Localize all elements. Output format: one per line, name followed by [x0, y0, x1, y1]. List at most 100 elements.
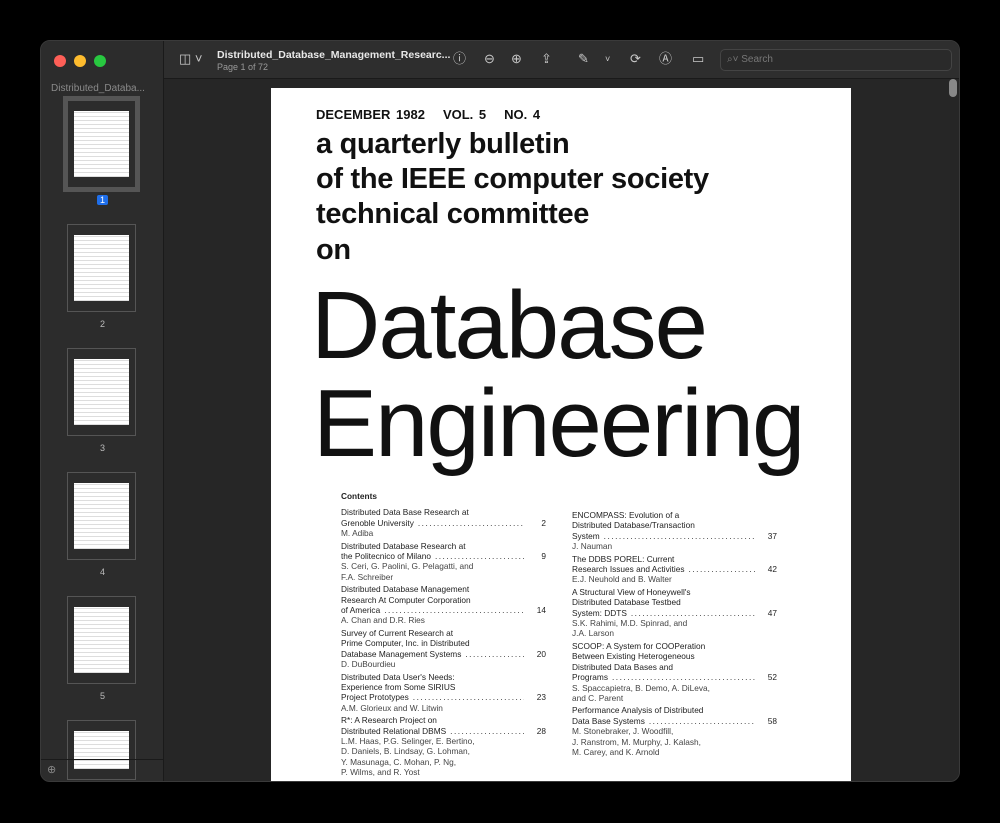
toc-entry: R*: A Research Project on Distributed Rel… — [341, 715, 546, 777]
toc-entry-title-line: Grenoble University.....................… — [341, 518, 546, 528]
share-icon[interactable]: ⇪ — [541, 51, 552, 67]
form-fill-icon[interactable]: ▭ — [692, 51, 704, 67]
toc-authors: Y. Masunaga, C. Mohan, P. Ng, — [341, 756, 456, 767]
page-thumbnail[interactable] — [67, 348, 136, 436]
toc-entry: Distributed Data User's Needs: Experience… — [341, 672, 546, 714]
toc-entry-title: Distributed Relational DBMS — [341, 725, 447, 736]
page-thumbnail[interactable] — [67, 472, 136, 560]
toc-entry: Distributed Data Base Research at Grenobl… — [341, 507, 546, 538]
toc-entry: Distributed Database Management Research … — [341, 584, 546, 626]
preview-window: Distributed_Databa... 12345 ⊕ ◫ ˅ Distri… — [40, 40, 960, 782]
toc-entry: Survey of Current Research at Prime Compu… — [341, 628, 546, 670]
toc-entry-title-line: Database Management Systems.............… — [341, 649, 546, 659]
dot-leader: ........................................… — [630, 607, 755, 618]
toc-entry-title: Programs — [572, 672, 608, 683]
toc-entry-title: Experience from Some SIRIUS — [341, 681, 456, 692]
toc-entry: A Structural View of Honeywell's Distribu… — [572, 587, 777, 639]
toc-authors: S. Spaccapietra, B. Demo, A. DiLeva, — [572, 682, 710, 693]
dot-leader: ........................................… — [384, 605, 524, 616]
zoom-in-icon[interactable]: ⊕ — [511, 51, 522, 67]
toc-entry-title: Distributed Data User's Needs: — [341, 671, 455, 682]
dot-leader: ........................................… — [648, 715, 755, 726]
chevron-down-icon[interactable]: ˅ — [605, 51, 610, 67]
toc-page-number: 20 — [536, 648, 546, 659]
toc-entry-title: The DDBS POREL: Current — [572, 553, 675, 564]
page-indicator: Page 1 of 72 — [217, 62, 269, 72]
toc-entry-title-line: Project Prototypes......................… — [341, 692, 546, 702]
toc-entry: Distributed Database Research at the Poli… — [341, 541, 546, 583]
toc-authors: J. Nauman — [572, 541, 613, 552]
subtitle-line: a quarterly bulletin — [316, 128, 570, 160]
highlight-pen-icon[interactable]: ✎ — [578, 51, 589, 67]
toc-entry: ENCOMPASS: Evolution of a Distributed Dat… — [572, 510, 777, 552]
toc-entry-title: Survey of Current Research at — [341, 627, 454, 638]
minimize-button[interactable] — [74, 55, 86, 67]
toc-page-number: 52 — [767, 672, 777, 683]
dot-leader: ........................................… — [450, 725, 524, 736]
toc-entry-title: the Politecnico of Milano — [341, 551, 431, 562]
toc-page-number: 37 — [767, 530, 777, 541]
page-thumbnail[interactable] — [67, 224, 136, 312]
scrollbar[interactable] — [949, 79, 957, 97]
toc-authors: S.K. Rahimi, M.D. Spinrad, and — [572, 618, 688, 629]
toc-authors: P. Wilms, and R. Yost — [341, 767, 420, 778]
dot-leader: ........................................… — [688, 564, 755, 575]
toc-entry-title: SCOOP: A System for COOPeration — [572, 640, 706, 651]
toc-authors: S. Ceri, G. Paolini, G. Pelagatti, and — [341, 561, 474, 572]
toc-page-number: 47 — [767, 607, 777, 618]
page-number: 3 — [99, 443, 105, 453]
issue-number: NO. 4 — [504, 107, 541, 122]
thumbnail-sidebar: Distributed_Databa... 1 2 3 4 5 ⊕ — [41, 41, 164, 781]
page-number-label: 5 — [41, 691, 164, 701]
toc-page-number: 14 — [536, 605, 546, 616]
toc-entry-title-line: Programs................................… — [572, 672, 777, 682]
dot-leader: ........................................… — [603, 530, 755, 541]
toc-entry-title: ENCOMPASS: Evolution of a — [572, 510, 680, 520]
toc-authors: M. Stonebraker, J. Woodfill, — [572, 726, 674, 737]
toc-entry-title: Prime Computer, Inc. in Distributed — [341, 638, 470, 649]
page-number: 2 — [99, 319, 105, 329]
toc-authors: A.M. Glorieux and W. Litwin — [341, 702, 443, 713]
add-page-icon[interactable]: ⊕ — [41, 759, 164, 781]
toc-authors: D. DuBourdieu — [341, 659, 396, 670]
pdf-page: DECEMBER 1982 VOL. 5 NO. 4 a quarterly bul… — [271, 88, 851, 781]
search-placeholder: Search — [741, 54, 773, 65]
toc-page-number: 2 — [541, 517, 546, 528]
search-input[interactable]: ⌕˅ Search — [720, 49, 952, 71]
rotate-icon[interactable]: ⟳ — [630, 51, 641, 67]
dot-leader: ........................................… — [465, 648, 524, 659]
page-number: 5 — [99, 691, 105, 701]
document-title: Distributed_Database_Management_Researc.… — [217, 49, 451, 61]
toc-authors: F.A. Schreiber — [341, 571, 394, 582]
dot-leader: ........................................… — [434, 551, 524, 562]
zoom-button[interactable] — [94, 55, 106, 67]
page-thumbnail[interactable] — [63, 96, 140, 192]
toc-entry-title: Grenoble University — [341, 517, 414, 528]
info-icon[interactable]: ⓘ — [453, 51, 466, 67]
toc-entry-title: Distributed Data Bases and — [572, 661, 674, 672]
toc-page-number: 58 — [767, 715, 777, 726]
toc-authors: J.A. Larson — [572, 628, 614, 639]
dot-leader: ........................................… — [611, 672, 755, 683]
toc-authors: M. Carey, and K. Arnold — [572, 746, 660, 757]
page-thumbnail[interactable] — [67, 596, 136, 684]
toc-authors: E.J. Neuhold and B. Walter — [572, 574, 672, 585]
toolbar: ◫ ˅ Distributed_Database_Management_Rese… — [164, 41, 959, 79]
close-button[interactable] — [54, 55, 66, 67]
issue-volume: VOL. 5 — [442, 107, 487, 122]
toc-entry-title-line: the Politecnico of Milano...............… — [341, 551, 546, 561]
contents-right: ENCOMPASS: Evolution of a Distributed Dat… — [572, 510, 777, 759]
toc-entry-title: Research Issues and Activities — [572, 564, 685, 575]
toc-entry-title-line: Research Issues and Activities..........… — [572, 564, 777, 574]
toc-page-number: 23 — [536, 692, 546, 703]
page-number-label: 4 — [41, 567, 164, 577]
toc-entry-title-line: System: DDTS............................… — [572, 608, 777, 618]
toc-entry: SCOOP: A System for COOPeration Between E… — [572, 641, 777, 703]
toc-entry-title: System — [572, 530, 600, 541]
journal-title: Engineering — [313, 370, 805, 477]
sidebar-toggle-icon[interactable]: ◫ ˅ — [179, 51, 203, 67]
document-view[interactable]: DECEMBER 1982 VOL. 5 NO. 4 a quarterly bul… — [164, 79, 959, 781]
toc-entry-title-line: System..................................… — [572, 531, 777, 541]
zoom-out-icon[interactable]: ⊖ — [484, 51, 495, 67]
markup-icon[interactable]: Ⓐ — [659, 51, 672, 67]
